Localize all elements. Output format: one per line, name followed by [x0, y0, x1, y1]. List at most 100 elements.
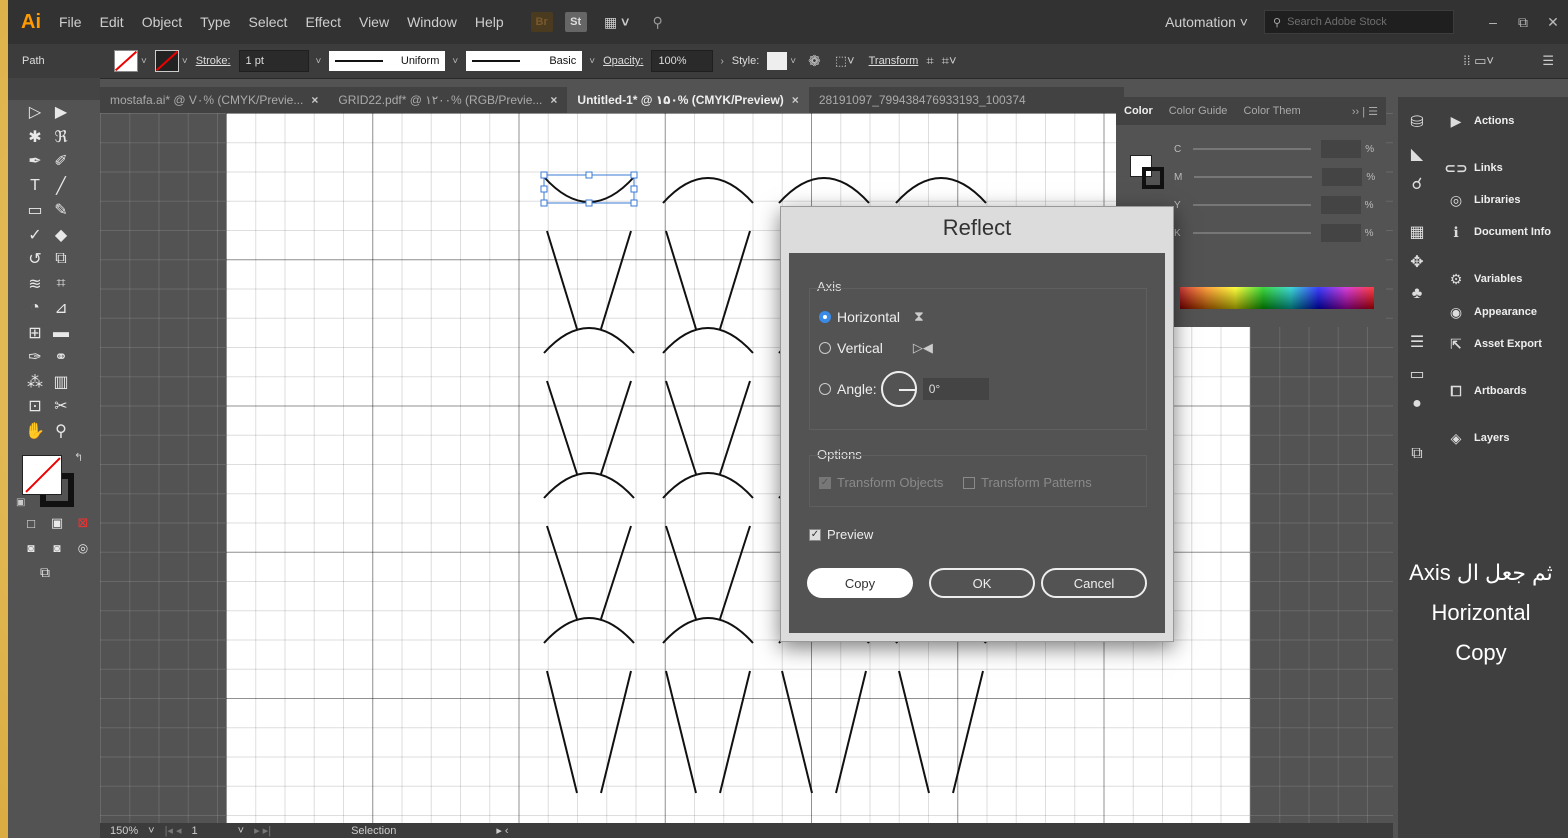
v-line-right[interactable] [719, 525, 751, 620]
isolate-icon[interactable]: ⌗ [926, 53, 933, 69]
arch-path[interactable] [662, 472, 754, 499]
k-slider[interactable] [1192, 232, 1311, 234]
type-tool-icon[interactable]: T [22, 175, 48, 197]
status-menu-icon[interactable]: ▸ ‹ [496, 824, 508, 837]
fill-color-icon[interactable] [22, 455, 62, 495]
slice-tool-icon[interactable]: ✂ [48, 395, 74, 417]
variable-width-profile[interactable]: Uniform [329, 51, 446, 71]
dock-appearance[interactable]: ◉ Appearance [1446, 302, 1537, 322]
fill-stroke-control[interactable]: ↰ ▣ [16, 451, 100, 511]
none-mode-icon[interactable]: ⊠ [70, 512, 96, 534]
menu-type[interactable]: Type [200, 14, 230, 30]
m-value-field[interactable] [1322, 168, 1363, 186]
minimize-button[interactable]: – [1478, 14, 1508, 30]
eraser-tool-icon[interactable]: ◆ [48, 224, 74, 246]
first-artboard-icon[interactable]: |◂ ◂ [165, 824, 182, 837]
rectangle-tool-icon[interactable]: ▭ [22, 199, 48, 221]
stroke-weight-dropdown-icon[interactable]: ˅ [316, 56, 322, 67]
c-value-field[interactable] [1321, 140, 1362, 158]
v-line-left[interactable] [546, 525, 578, 620]
column-graph-tool-icon[interactable]: ▥ [48, 371, 74, 393]
shape-builder-tool-icon[interactable]: ◔ [22, 297, 48, 319]
dock-actions[interactable]: ▶ Actions [1446, 111, 1515, 131]
transform-patterns-checkbox[interactable]: Transform Patterns [963, 475, 1092, 490]
gradient-tool-icon[interactable]: ▬ [48, 322, 74, 344]
k-value-field[interactable] [1320, 224, 1361, 242]
stroke-panel-icon[interactable]: ◣ [1406, 143, 1428, 165]
draw-inside-icon[interactable]: ◎ [70, 537, 96, 559]
v-line-left[interactable] [898, 670, 930, 794]
scale-tool-icon[interactable]: ⧉ [48, 248, 74, 270]
cancel-button[interactable]: Cancel [1041, 568, 1147, 598]
paintbrush-tool-icon[interactable]: ✎ [48, 199, 74, 221]
zoom-tool-icon[interactable]: ⚲ [48, 420, 74, 442]
v-line-left[interactable] [546, 380, 578, 475]
eyedropper-tool-icon[interactable]: ✑ [22, 346, 48, 368]
menu-view[interactable]: View [359, 14, 389, 30]
transform-objects-checkbox[interactable]: ✓ Transform Objects [819, 475, 943, 490]
arch-path[interactable] [662, 617, 754, 644]
color-mode-icon[interactable]: □ [18, 512, 44, 534]
hand-tool-icon[interactable]: ✋ [22, 420, 48, 442]
free-transform-tool-icon[interactable]: ⌗ [48, 273, 74, 295]
v-line-left[interactable] [665, 670, 697, 794]
dock-document-info[interactable]: ℹ Document Info [1446, 222, 1551, 242]
curvature-tool-icon[interactable]: ✐ [48, 150, 74, 172]
dock-artboards[interactable]: ⧠ Artboards [1446, 381, 1526, 401]
stroke-weight-field[interactable]: 1 pt [238, 50, 309, 72]
gradient-mode-icon[interactable]: ▣ [44, 512, 70, 534]
preview-checkbox[interactable]: ✓ Preview [809, 527, 873, 542]
tools-grip[interactable] [8, 78, 100, 100]
v-line-left[interactable] [546, 230, 578, 330]
shaper-tool-icon[interactable]: ✓ [22, 224, 48, 246]
y-slider[interactable] [1192, 204, 1311, 206]
close-tab-icon[interactable]: × [311, 93, 318, 107]
dock-layers[interactable]: ◈ Layers [1446, 428, 1510, 448]
angle-radio[interactable]: Angle: 0° [819, 371, 989, 407]
v-line-right[interactable] [952, 670, 984, 794]
v-line-right[interactable] [600, 525, 632, 620]
restore-button[interactable]: ⧉ [1508, 14, 1538, 31]
tab-color-guide[interactable]: Color Guide [1161, 105, 1236, 117]
dock-links[interactable]: ⊂⊃ Links [1444, 158, 1502, 178]
panel-menu-icon[interactable]: ☰ [1542, 53, 1554, 69]
color-spectrum[interactable] [1180, 287, 1374, 309]
stroke-swatch[interactable]: ˅ [154, 50, 188, 72]
v-line-right[interactable] [719, 670, 751, 794]
opacity-label[interactable]: Opacity: [603, 55, 643, 67]
menu-edit[interactable]: Edit [100, 14, 124, 30]
vertical-radio[interactable]: Vertical ▷◀ [819, 340, 933, 356]
cc-libraries-icon[interactable]: ⛁ [1406, 111, 1428, 133]
angle-dial-icon[interactable] [880, 371, 917, 407]
menu-object[interactable]: Object [142, 14, 182, 30]
v-line-right[interactable] [719, 230, 751, 330]
line-tool-icon[interactable]: ╱ [48, 175, 74, 197]
menu-file[interactable]: File [59, 14, 82, 30]
v-line-right[interactable] [600, 380, 632, 475]
dock-libraries[interactable]: ◎ Libraries [1446, 190, 1521, 210]
stock-search-input[interactable]: ⚲ Search Adobe Stock [1264, 10, 1454, 34]
lasso-tool-icon[interactable]: ℜ [48, 126, 74, 148]
arrange-panel-icon[interactable]: ⁞⁞ ▭˅ [1463, 53, 1494, 69]
tab-color[interactable]: Color [1116, 105, 1161, 117]
gpu-performance-icon[interactable]: ⚲ [647, 12, 669, 32]
c-slider[interactable] [1193, 148, 1312, 150]
arch-path[interactable] [543, 617, 635, 644]
v-line-right[interactable] [600, 670, 632, 794]
arch-path[interactable] [662, 177, 754, 204]
fill-swatch[interactable]: ˅ [114, 50, 147, 72]
tab-28191097[interactable]: 28191097_799438476933193_100374 [809, 87, 1036, 113]
brush-definition[interactable]: Basic [466, 51, 583, 71]
dock-asset-export[interactable]: ⇱ Asset Export [1446, 334, 1542, 354]
v-line-left[interactable] [665, 380, 697, 475]
stroke-label[interactable]: Stroke: [196, 55, 231, 67]
arch-path[interactable] [543, 327, 635, 354]
color-stroke-icon[interactable] [1142, 167, 1164, 189]
y-value-field[interactable] [1320, 196, 1361, 214]
symbol-sprayer-tool-icon[interactable]: ⁂ [22, 371, 48, 393]
v-line-left[interactable] [546, 670, 578, 794]
last-artboard-icon[interactable]: ▸ ▸| [254, 824, 271, 837]
v-line-left[interactable] [781, 670, 813, 794]
graphic-styles-icon[interactable]: ⧉ [1406, 443, 1428, 465]
screen-mode-icon[interactable]: ⧉ [32, 561, 58, 583]
